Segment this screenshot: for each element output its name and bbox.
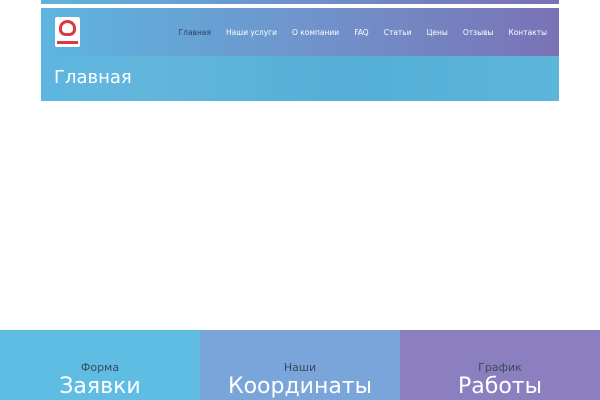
page-banner: Главная	[41, 56, 559, 101]
nav-prices[interactable]: Цены	[427, 28, 448, 37]
tile-title: Координаты	[227, 374, 373, 399]
page-title: Главная	[54, 67, 132, 88]
nav-services[interactable]: Наши услуги	[226, 28, 277, 37]
tile-title: Работы	[458, 374, 542, 399]
nav-home[interactable]: Главная	[179, 28, 211, 37]
nav-faq[interactable]: FAQ	[354, 28, 369, 37]
tile-subtitle: Форма	[80, 361, 120, 374]
tile-request-form[interactable]: Форма Заявки	[0, 330, 200, 400]
tile-title: Заявки	[59, 374, 141, 399]
feature-tiles: Форма Заявки Наши Координаты График Рабо…	[0, 330, 600, 400]
tile-subtitle: Наши	[283, 361, 317, 374]
nav-contacts[interactable]: Контакты	[508, 28, 547, 37]
top-accent-bar	[41, 0, 559, 4]
tile-coordinates[interactable]: Наши Координаты	[200, 330, 400, 400]
heart-icon	[59, 20, 76, 36]
logo[interactable]	[55, 17, 80, 47]
main-nav: Главная Наши услуги О компании FAQ Стать…	[179, 8, 547, 56]
nav-reviews[interactable]: Отзывы	[463, 28, 494, 37]
nav-about[interactable]: О компании	[292, 28, 339, 37]
nav-articles[interactable]: Статьи	[384, 28, 412, 37]
tile-subtitle: График	[478, 361, 522, 374]
logo-underline	[57, 41, 78, 44]
site-header: Главная Наши услуги О компании FAQ Стать…	[41, 8, 559, 56]
tile-schedule[interactable]: График Работы	[400, 330, 600, 400]
